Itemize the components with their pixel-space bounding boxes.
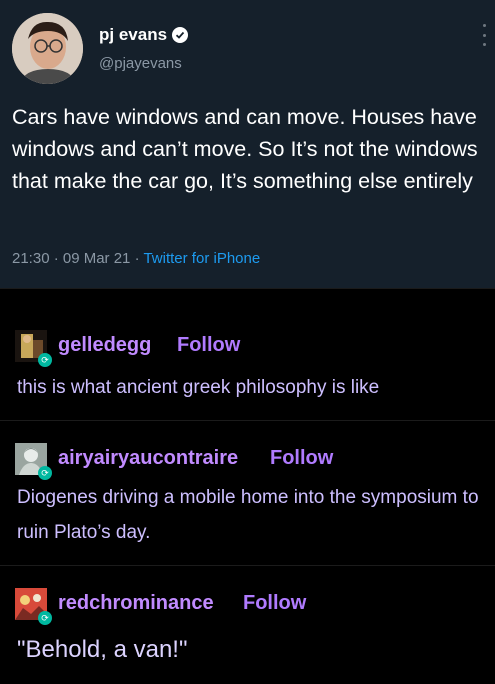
author-handle[interactable]: @pjayevans <box>99 55 182 72</box>
author-name-text[interactable]: pj evans <box>99 25 167 45</box>
more-options-icon[interactable] <box>481 24 487 46</box>
reblog-item: ⟳ redchrominance Follow "Behold, a van!" <box>0 565 495 684</box>
verified-badge-icon <box>172 27 189 43</box>
reblog-avatar[interactable]: ⟳ <box>15 443 52 480</box>
tweet-meta: 21:30 · 09 Mar 21 · Twitter for iPhone <box>12 250 260 267</box>
follow-button[interactable]: Follow <box>243 592 306 615</box>
author-avatar[interactable] <box>12 13 83 84</box>
reblog-avatar[interactable]: ⟳ <box>15 330 52 367</box>
follow-button[interactable]: Follow <box>177 334 240 357</box>
reblog-username[interactable]: airyairyaucontraire <box>58 447 238 470</box>
reblog-text: Diogenes driving a mobile home into the … <box>17 487 479 543</box>
tweet-timestamp[interactable]: 21:30 · 09 Mar 21 · <box>12 250 143 267</box>
author-name[interactable]: pj evans <box>99 25 189 45</box>
reblog-item: ⟳ gelledegg Follow this is what ancient … <box>0 288 495 409</box>
follow-button[interactable]: Follow <box>270 447 333 470</box>
reblog-username[interactable]: redchrominance <box>58 592 214 615</box>
reblog-text: this is what ancient greek philosophy is… <box>17 377 380 398</box>
reblog-icon: ⟳ <box>38 466 52 480</box>
reblog-username[interactable]: gelledegg <box>58 334 151 357</box>
reblog-avatar[interactable]: ⟳ <box>15 588 52 625</box>
tweet-source[interactable]: Twitter for iPhone <box>143 250 260 267</box>
reblog-icon: ⟳ <box>38 611 52 625</box>
reblog-item: ⟳ airyairyaucontraire Follow Diogenes dr… <box>0 420 495 566</box>
reblog-icon: ⟳ <box>38 353 52 367</box>
tweet-card: pj evans @pjayevans Cars have windows an… <box>0 0 495 288</box>
reblog-text: "Behold, a van!" <box>17 636 188 663</box>
tweet-text: Cars have windows and can move. Houses h… <box>12 105 478 193</box>
